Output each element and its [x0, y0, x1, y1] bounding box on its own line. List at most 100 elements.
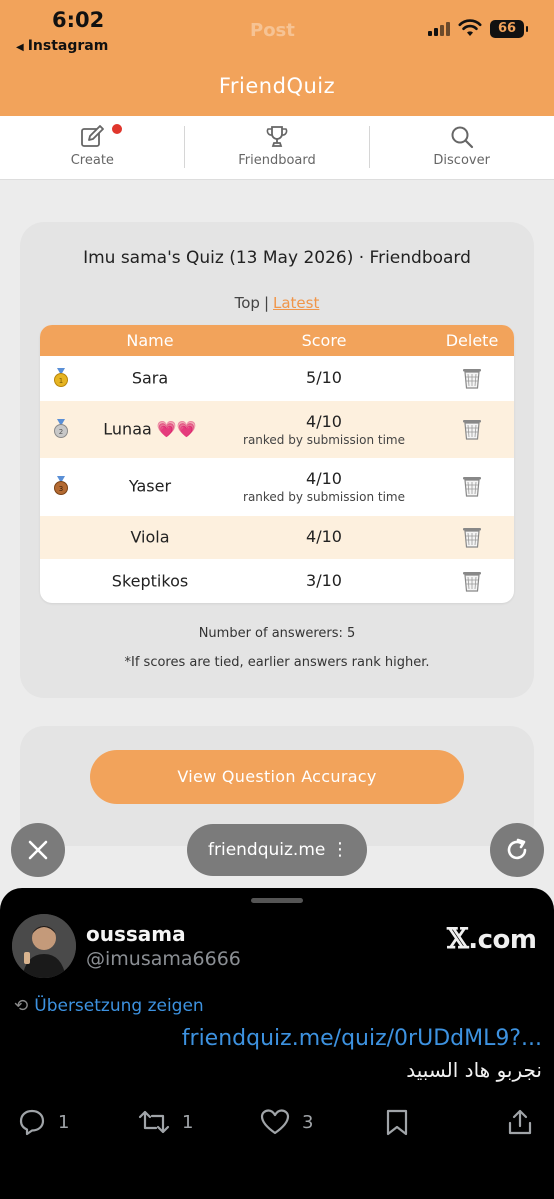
column-name: Name	[126, 331, 174, 350]
svg-text:1: 1	[59, 377, 63, 385]
app-title: FriendQuiz	[218, 74, 336, 98]
status-time: 6:02	[52, 8, 105, 32]
friendboard-card: Imu sama's Quiz (13 May 2026) · Friendbo…	[20, 222, 534, 698]
view-question-accuracy-button[interactable]: View Question Accuracy	[90, 750, 464, 804]
trash-icon[interactable]	[461, 525, 483, 549]
tie-rule-note: *If scores are tied, earlier answers ran…	[124, 655, 430, 670]
score-value: 3/10	[306, 571, 342, 590]
post-link[interactable]: friendquiz.me/quiz/0rUDdML9?...	[182, 1026, 542, 1051]
url-text: friendquiz.me	[208, 840, 326, 860]
player-score: 3/10	[306, 571, 342, 590]
edit-icon	[81, 125, 105, 147]
cell-signal-icon	[428, 22, 450, 36]
avatar[interactable]	[12, 914, 76, 978]
sheet-grabber[interactable]	[251, 898, 303, 903]
player-score: 4/10	[306, 527, 342, 546]
table-row: Viola 4/10	[40, 516, 514, 559]
post-actions: 1 1 3	[0, 1108, 554, 1148]
close-browser-button[interactable]	[11, 823, 65, 877]
back-to-app-link[interactable]: ◀ Instagram	[16, 38, 108, 54]
column-score: Score	[301, 331, 347, 350]
trophy-icon	[266, 126, 288, 147]
close-icon	[28, 840, 48, 860]
more-options-icon[interactable]: ⋮	[331, 824, 349, 876]
tab-divider	[369, 126, 370, 168]
score-value: 4/10	[306, 412, 342, 431]
tab-create[interactable]: Create	[0, 116, 185, 179]
back-arrow-icon: ◀	[16, 42, 24, 53]
trash-icon[interactable]	[461, 474, 483, 498]
trash-icon[interactable]	[461, 366, 483, 390]
tab-friendboard[interactable]: Friendboard	[185, 116, 370, 179]
answerers-count: Number of answerers: 5	[198, 626, 356, 641]
wifi-icon	[458, 19, 482, 36]
score-value: 4/10	[306, 469, 342, 488]
column-delete: Delete	[445, 331, 499, 350]
player-score: 5/10	[306, 368, 342, 387]
table-header: Name Score Delete	[40, 325, 514, 356]
table-row: Skeptikos 3/10	[40, 559, 514, 603]
tab-create-label: Create	[70, 153, 114, 168]
silver-medal-icon: 2	[54, 419, 68, 438]
tab-discover-label: Discover	[433, 153, 490, 168]
table-row: 1 Sara 5/10	[40, 356, 514, 401]
player-name: Viola	[130, 527, 170, 547]
reload-icon	[507, 838, 527, 860]
reply-icon	[19, 1109, 45, 1136]
score-note: ranked by submission time	[243, 490, 405, 504]
reply-count: 1	[58, 1111, 70, 1133]
player-name: Sara	[131, 368, 169, 388]
share-button[interactable]	[506, 1108, 534, 1136]
quiz-title: Imu sama's Quiz (13 May 2026) · Friendbo…	[83, 248, 471, 268]
show-translation-link[interactable]: ⟲ Übersetzung zeigen	[14, 996, 204, 1016]
tab-discover[interactable]: Discover	[369, 116, 554, 179]
repost-count: 1	[182, 1111, 194, 1133]
sort-top[interactable]: Top	[235, 294, 260, 312]
player-name: Lunaa 💗💗	[103, 419, 197, 439]
table-row: 2 Lunaa 💗💗 4/10 ranked by submission time	[40, 401, 514, 458]
bronze-medal-icon: 3	[54, 476, 68, 495]
x-icon: 𝕏	[447, 922, 469, 955]
score-value: 4/10	[306, 527, 342, 546]
player-name: Yaser	[128, 476, 172, 496]
reply-button[interactable]: 1	[18, 1108, 69, 1136]
table-row: 3 Yaser 4/10 ranked by submission time	[40, 458, 514, 516]
trash-icon[interactable]	[461, 417, 483, 441]
bookmark-icon	[386, 1109, 408, 1136]
search-icon	[451, 126, 473, 149]
score-value: 5/10	[306, 368, 342, 387]
score-note: ranked by submission time	[243, 433, 405, 447]
post-display-name[interactable]: oussama	[86, 922, 186, 946]
bookmark-button[interactable]	[384, 1108, 410, 1136]
avatar-photo	[12, 914, 76, 978]
gold-medal-icon: 1	[54, 368, 68, 387]
repost-button[interactable]: 1	[138, 1108, 193, 1136]
like-button[interactable]: 3	[260, 1108, 313, 1136]
sort-separator: |	[263, 294, 269, 312]
x-logo: 𝕏.com	[447, 922, 537, 955]
translate-label: Übersetzung zeigen	[34, 996, 204, 1016]
reload-button[interactable]	[490, 823, 544, 877]
player-score: 4/10 ranked by submission time	[243, 469, 405, 504]
notification-dot	[112, 124, 122, 134]
back-app-label: Instagram	[27, 38, 109, 54]
sort-toggle: Top | Latest	[20, 294, 534, 312]
tab-divider	[184, 126, 185, 168]
translate-icon: ⟲	[14, 996, 29, 1016]
battery-indicator: 66	[490, 20, 528, 38]
repost-icon	[138, 1110, 170, 1134]
ghost-title: Post	[250, 20, 295, 41]
post-text: نجربو هاد السبيد	[406, 1058, 542, 1082]
player-name: Skeptikos	[111, 571, 189, 591]
heart-icon	[260, 1109, 290, 1135]
share-icon	[508, 1109, 532, 1135]
tab-friendboard-label: Friendboard	[238, 153, 316, 168]
trash-icon[interactable]	[461, 569, 483, 593]
url-pill[interactable]: friendquiz.me ⋮	[187, 824, 367, 876]
post-handle[interactable]: @imusama6666	[86, 948, 241, 970]
sort-latest-link[interactable]: Latest	[273, 294, 319, 312]
player-score: 4/10 ranked by submission time	[243, 412, 405, 447]
like-count: 3	[302, 1111, 314, 1133]
svg-text:2: 2	[59, 428, 63, 436]
tab-navigation: Create Friendboard Discover	[0, 116, 554, 180]
